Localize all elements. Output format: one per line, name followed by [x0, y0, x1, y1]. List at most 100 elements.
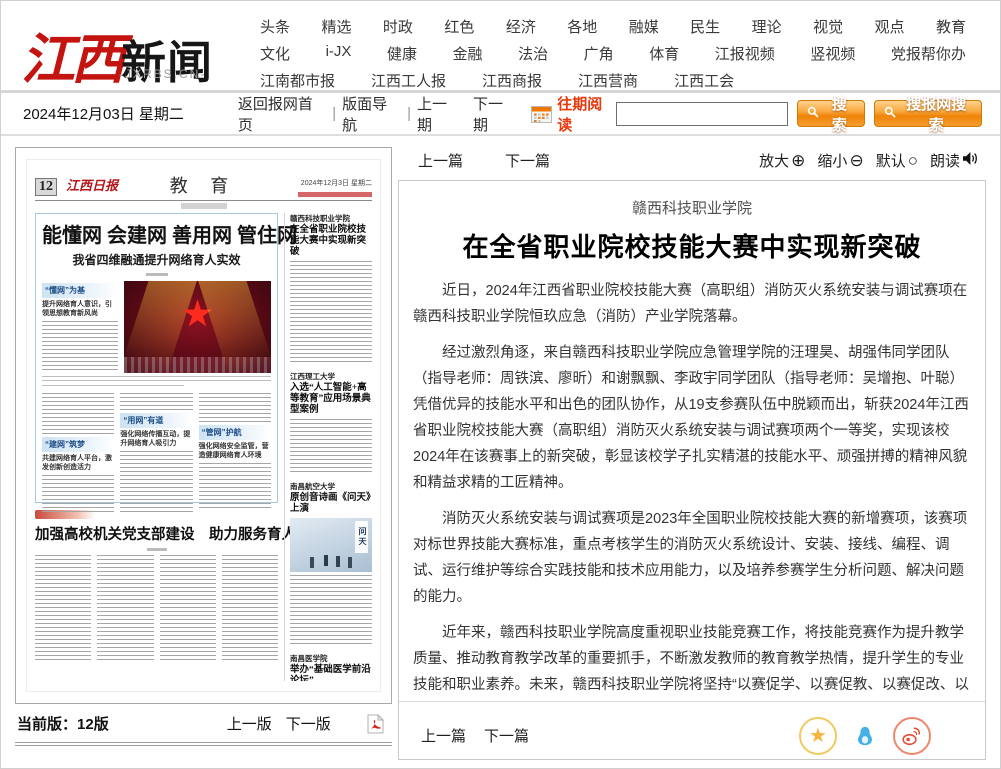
simulated-text: [290, 419, 372, 475]
nav-link-3[interactable]: 江西营商: [578, 70, 638, 91]
site-search-button[interactable]: 搜报网搜索: [874, 100, 982, 127]
current-page-label: 当前版：: [17, 716, 77, 733]
nav-link-9[interactable]: 视觉: [813, 16, 843, 37]
layout-nav-link[interactable]: 版面导航: [342, 93, 401, 135]
nav-link-5[interactable]: 各地: [567, 16, 597, 37]
footer-prev-article-link[interactable]: 上一篇: [421, 725, 466, 746]
main-content: 12 江西日报 教 育 2024年12月3日 星期二 能懂网 会建网 善用网 管…: [1, 136, 1000, 760]
simulated-text: [160, 555, 216, 663]
nav-link-9[interactable]: 党报帮你办: [891, 43, 966, 64]
side-article[interactable]: 南昌医学院 举办“基础医学前沿论坛”: [290, 653, 372, 681]
next-issue-link[interactable]: 下一期: [473, 93, 517, 135]
search-button[interactable]: 搜 索: [797, 100, 865, 127]
nav-link-3[interactable]: 金融: [453, 43, 483, 64]
page-thumbnail-panel: 12 江西日报 教 育 2024年12月3日 星期二 能懂网 会建网 善用网 管…: [15, 147, 392, 746]
nav-link-6[interactable]: 体育: [649, 43, 679, 64]
issue-date: 2024年12月03日 星期二: [23, 103, 238, 124]
nav-link-5[interactable]: 广角: [584, 43, 614, 64]
nav-link-0[interactable]: 文化: [260, 43, 290, 64]
newspaper-page-image[interactable]: 12 江西日报 教 育 2024年12月3日 星期二 能懂网 会建网 善用网 管…: [15, 147, 392, 704]
simulated-text: [42, 376, 271, 384]
nav-link-10[interactable]: 观点: [875, 16, 905, 37]
newspaper-body: 能懂网 会建网 善用网 管住网 我省四维融通提升网络育人实效 “懂网”为基 提升…: [35, 213, 372, 681]
double-rule: [15, 742, 392, 746]
nav-link-8[interactable]: 理论: [752, 16, 782, 37]
feature-subhead-line: 强化网络传播互动，提升网络育人吸引力: [120, 430, 192, 448]
nav-link-2[interactable]: 健康: [387, 43, 417, 64]
top-navigation: 头条 精选 时政 红色 经济 各地 融媒 民生 理论 视觉 观点 教育 文化 i-JX 健康 金融 法治 广角 体…: [246, 1, 1000, 90]
nav-link-1[interactable]: 精选: [321, 16, 351, 37]
article-view-controls: 放大 ⊕ 缩小 ⊖ 默认 ○ 朗读: [751, 150, 978, 171]
prev-article-link[interactable]: 上一篇: [418, 150, 463, 171]
read-aloud-control[interactable]: 朗读: [930, 150, 978, 171]
feature-columns: “建网”筑梦 共建网络育人平台，激发创新创造活力 “用网”有道 强化网络传播互动…: [42, 393, 271, 521]
side-article-current[interactable]: 赣西科技职业学院 在全省职业院校技能大赛中实现新突破: [290, 213, 372, 365]
zoom-out-control[interactable]: 缩小 ⊖: [817, 150, 863, 171]
newspaper-main-column: 能懂网 会建网 善用网 管住网 我省四维融通提升网络育人实效 “懂网”为基 提升…: [35, 213, 278, 681]
side-article-kicker: 南昌医学院: [290, 653, 372, 664]
nav-row-3: 江南都市报 江西工人报 江西商报 江西营商 江西工会: [260, 70, 966, 91]
nav-link-1[interactable]: 江西工人报: [371, 70, 446, 91]
site-logo[interactable]: 江西新闻 -JXRBS.CN-: [1, 1, 246, 90]
nav-row-1: 头条 精选 时政 红色 经济 各地 融媒 民生 理论 视觉 观点 教育: [260, 16, 966, 37]
feature-subhead-line: 强化网络安全监管，营造健康网络育人环境: [199, 442, 271, 460]
nav-link-6[interactable]: 融媒: [629, 16, 659, 37]
nav-link-4[interactable]: 法治: [518, 43, 548, 64]
next-article-link[interactable]: 下一篇: [505, 150, 550, 171]
side-article-kicker: 南昌航空大学: [290, 481, 372, 492]
article-panel: 上一篇 下一篇 放大 ⊕ 缩小 ⊖ 默认 ○ 朗读: [398, 147, 986, 760]
party-article-headline: 加强高校机关党支部建设 助力服务育人提质增效: [35, 523, 278, 544]
archive-reading-link[interactable]: 往期阅读: [557, 93, 616, 135]
side-article[interactable]: 江西理工大学 入选“人工智能+高等教育”应用场景典型案例: [290, 371, 372, 475]
default-size-control[interactable]: 默认 ○: [876, 150, 918, 171]
side-article-kicker: 赣西科技职业学院: [290, 213, 372, 224]
feature-subhead-tag: “管网”护航: [199, 425, 271, 440]
nav-link-1[interactable]: i-JX: [326, 43, 352, 64]
pdf-icon[interactable]: [367, 714, 384, 734]
side-article-title: 举办“基础医学前沿论坛”: [290, 665, 372, 681]
search-area: 搜 索 搜报网搜索: [616, 100, 982, 127]
side-article[interactable]: 南昌航空大学 原创音诗画《问天》上演 问天: [290, 481, 372, 647]
next-page-link[interactable]: 下一版: [286, 713, 331, 734]
feature-article[interactable]: 能懂网 会建网 善用网 管住网 我省四维融通提升网络育人实效 “懂网”为基 提升…: [35, 213, 278, 503]
nav-link-4[interactable]: 江西工会: [674, 70, 734, 91]
default-size-label: 默认: [876, 150, 906, 171]
party-building-article[interactable]: 加强高校机关党支部建设 助力服务育人提质增效: [35, 510, 278, 663]
qzone-share-icon[interactable]: ★: [799, 717, 837, 755]
nav-link-2[interactable]: 时政: [383, 16, 413, 37]
wentian-stage-photo: 问天: [290, 518, 372, 572]
search-input[interactable]: [616, 102, 788, 126]
newspaper-page: 12 江西日报 教 育 2024年12月3日 星期二 能懂网 会建网 善用网 管…: [26, 159, 381, 692]
nav-link-11[interactable]: 教育: [936, 16, 966, 37]
prev-page-link[interactable]: 上一版: [227, 713, 272, 734]
nav-link-4[interactable]: 经济: [506, 16, 536, 37]
nav-link-2[interactable]: 江西商报: [482, 70, 542, 91]
search-button-label: 搜 索: [823, 93, 855, 135]
feature-subheadline: 我省四维融通提升网络育人实效: [42, 251, 271, 268]
footer-next-article-link[interactable]: 下一篇: [484, 725, 529, 746]
back-to-home-link[interactable]: 返回报网首页: [238, 93, 326, 135]
prev-issue-link[interactable]: 上一期: [417, 93, 461, 135]
nav-link-0[interactable]: 江南都市报: [260, 70, 335, 91]
zoom-out-icon: ⊖: [849, 152, 863, 169]
side-article-title: 入选“人工智能+高等教育”应用场景典型案例: [290, 383, 372, 416]
article-body: 近日，2024年江西省职业院校技能大赛（高职组）消防灭火系统安装与调试赛项在赣西…: [413, 278, 971, 701]
masthead-tag: [181, 203, 227, 209]
read-aloud-label: 朗读: [930, 150, 960, 171]
simulated-text: [199, 463, 271, 511]
feature-column-2: “用网”有道 强化网络传播互动，提升网络育人吸引力: [120, 393, 192, 521]
nav-link-8[interactable]: 竖视频: [810, 43, 855, 64]
qq-share-icon[interactable]: [846, 717, 884, 755]
simulated-text: [199, 393, 271, 423]
article-title: 在全省职业院校技能大赛中实现新突破: [413, 227, 971, 264]
nav-link-7[interactable]: 江报视频: [715, 43, 775, 64]
newspaper-page-number: 12: [35, 178, 57, 196]
nav-link-0[interactable]: 头条: [260, 16, 290, 37]
nav-link-3[interactable]: 红色: [444, 16, 474, 37]
weibo-share-icon[interactable]: [893, 717, 931, 755]
share-buttons: ★: [799, 717, 931, 755]
calendar-icon[interactable]: [531, 105, 552, 123]
nav-link-7[interactable]: 民生: [690, 16, 720, 37]
article-content-box: 赣西科技职业学院 在全省职业院校技能大赛中实现新突破 近日，2024年江西省职业…: [398, 180, 986, 760]
zoom-in-control[interactable]: 放大 ⊕: [759, 150, 805, 171]
